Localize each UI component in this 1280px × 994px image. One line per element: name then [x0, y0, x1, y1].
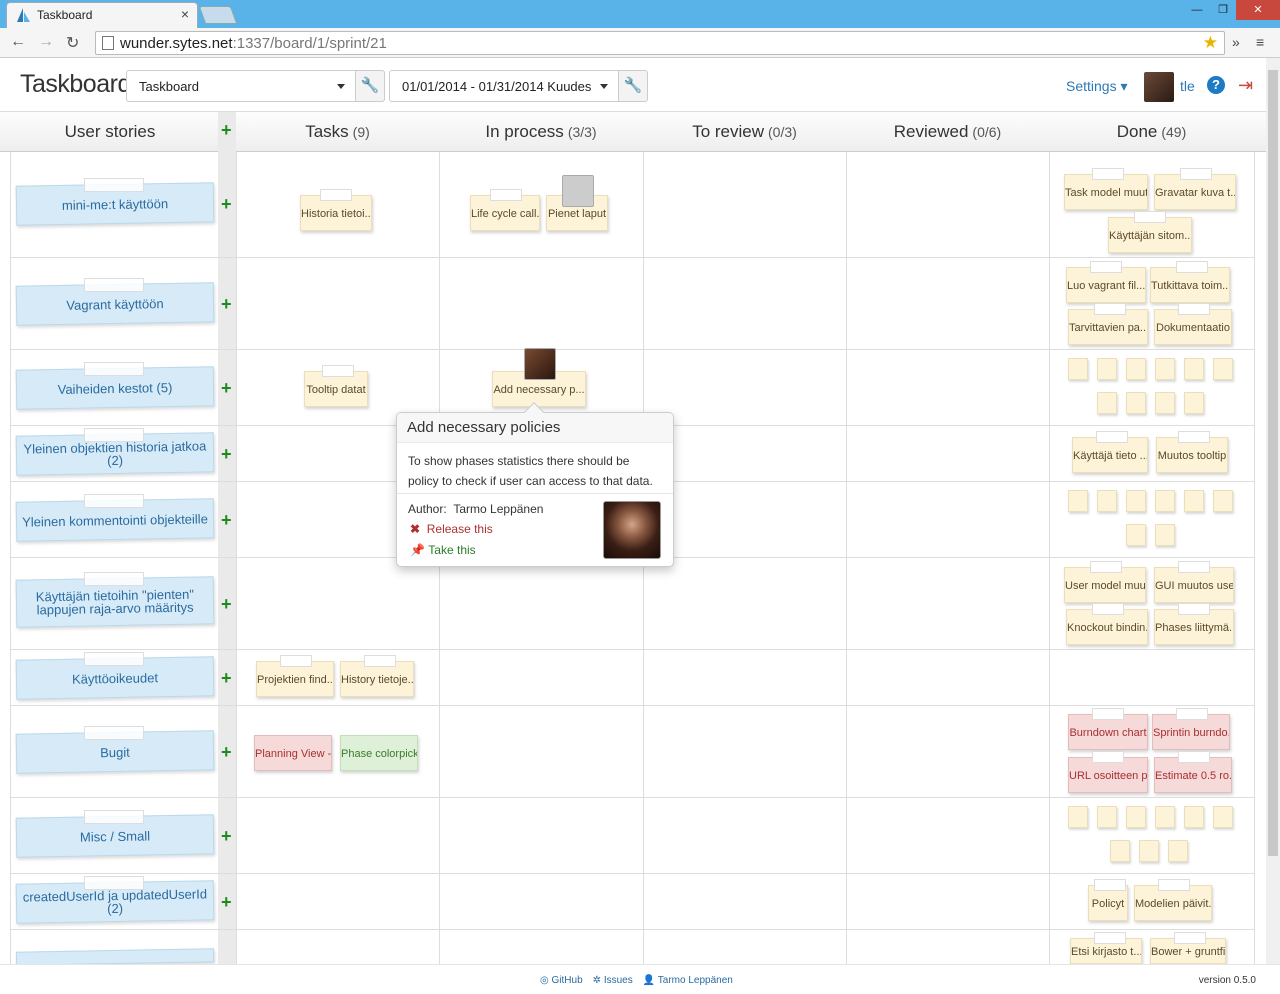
- app-logo-icon: [17, 8, 30, 22]
- column-headers: User stories Tasks (9) In process (3/3) To…: [0, 112, 1266, 152]
- bookmark-star-icon[interactable]: ★: [1203, 33, 1218, 53]
- window-close-icon[interactable]: ✕: [1236, 0, 1280, 20]
- popover-title: Add necessary policies: [397, 413, 673, 443]
- window-controls: — ❐ ✕: [1184, 0, 1280, 20]
- add-story-plus-icon[interactable]: +: [221, 120, 232, 141]
- add-task-plus-icon[interactable]: +: [221, 194, 232, 215]
- reload-icon[interactable]: ↻: [66, 33, 79, 53]
- app-header: Taskboard Taskboard 🔧 01/01/2014 - 01/31…: [0, 58, 1280, 112]
- sprint-wrench-icon[interactable]: 🔧: [618, 70, 648, 102]
- tab-title: Taskboard: [37, 8, 93, 22]
- author-link[interactable]: 👤 Tarmo Leppänen: [643, 975, 733, 986]
- add-task-plus-icon[interactable]: +: [221, 742, 232, 763]
- restore-icon[interactable]: ❐: [1210, 0, 1236, 20]
- close-tab-icon[interactable]: ×: [181, 6, 189, 22]
- page-icon: [102, 36, 114, 50]
- back-arrow-icon[interactable]: ←: [10, 33, 26, 51]
- popover-description: To show phases statistics there should b…: [408, 454, 653, 488]
- task-note-green[interactable]: Phase colorpick...: [340, 735, 418, 771]
- new-tab-button[interactable]: [198, 6, 238, 24]
- add-task-plus-icon[interactable]: +: [221, 892, 232, 913]
- close-x-icon: ✖: [410, 522, 421, 536]
- menu-icon[interactable]: ≡: [1256, 34, 1264, 50]
- user-avatar[interactable]: [1144, 72, 1174, 102]
- add-task-plus-icon[interactable]: +: [221, 444, 232, 465]
- add-task-plus-icon[interactable]: +: [221, 668, 232, 689]
- github-link[interactable]: ◎ GitHub: [540, 975, 583, 986]
- column-header-in-process: In process (3/3): [485, 122, 597, 141]
- assignee-avatar: [524, 348, 556, 380]
- task-note-red[interactable]: Planning View -...: [254, 735, 332, 771]
- username-link[interactable]: tle: [1180, 78, 1195, 94]
- column-header-user-stories: User stories: [64, 122, 156, 141]
- forward-arrow-icon[interactable]: →: [38, 33, 54, 51]
- version-label: version 0.5.0: [1198, 975, 1256, 986]
- brand-title[interactable]: Taskboard: [20, 70, 131, 99]
- issues-link[interactable]: ✲ Issues: [593, 975, 633, 986]
- add-task-plus-icon[interactable]: +: [221, 826, 232, 847]
- logout-icon[interactable]: ⇥: [1238, 75, 1253, 96]
- chevron-down-icon: [600, 84, 608, 89]
- pin-icon: 📌: [410, 543, 425, 557]
- add-task-plus-icon[interactable]: +: [221, 510, 232, 531]
- minimize-icon[interactable]: —: [1184, 0, 1210, 20]
- settings-dropdown[interactable]: Settings ▾: [1066, 78, 1128, 95]
- author-avatar: [603, 501, 661, 559]
- column-header-reviewed: Reviewed (0/6): [893, 122, 1002, 141]
- add-task-plus-icon[interactable]: +: [221, 378, 232, 399]
- project-wrench-icon[interactable]: 🔧: [355, 70, 385, 102]
- browser-titlebar: Taskboard × — ❐ ✕: [0, 0, 1280, 28]
- column-header-to-review: To review (0/3): [692, 122, 797, 141]
- add-task-plus-icon[interactable]: +: [221, 594, 232, 615]
- sprint-select[interactable]: 01/01/2014 - 01/31/2014 Kuudes: [389, 70, 619, 102]
- footer: ◎ GitHub ✲ Issues 👤 Tarmo Leppänen versi…: [0, 964, 1280, 994]
- popover-author: Author: Tarmo Leppänen: [408, 502, 544, 516]
- user-placeholder-icon: [562, 175, 594, 207]
- column-header-tasks: Tasks (9): [305, 122, 370, 141]
- task-popover: Add necessary policies To show phases st…: [396, 402, 674, 567]
- scrollbar-thumb[interactable]: [1268, 70, 1278, 856]
- chevron-down-icon: [337, 84, 345, 89]
- release-task-link[interactable]: ✖ Release this: [410, 522, 493, 536]
- browser-toolbar: ← → ↻ wunder.sytes.net:1337/board/1/spri…: [0, 28, 1280, 58]
- address-bar[interactable]: wunder.sytes.net:1337/board/1/sprint/21 …: [95, 31, 1225, 55]
- url-text: wunder.sytes.net:1337/board/1/sprint/21: [120, 35, 387, 52]
- add-task-plus-icon[interactable]: +: [221, 294, 232, 315]
- help-icon[interactable]: ?: [1207, 76, 1225, 94]
- take-task-link[interactable]: 📌 Take this: [410, 543, 476, 557]
- project-select[interactable]: Taskboard: [126, 70, 356, 102]
- extensions-chevron-icon[interactable]: »: [1232, 34, 1240, 50]
- column-header-done: Done (49): [1116, 122, 1187, 141]
- browser-tab[interactable]: Taskboard ×: [6, 2, 198, 28]
